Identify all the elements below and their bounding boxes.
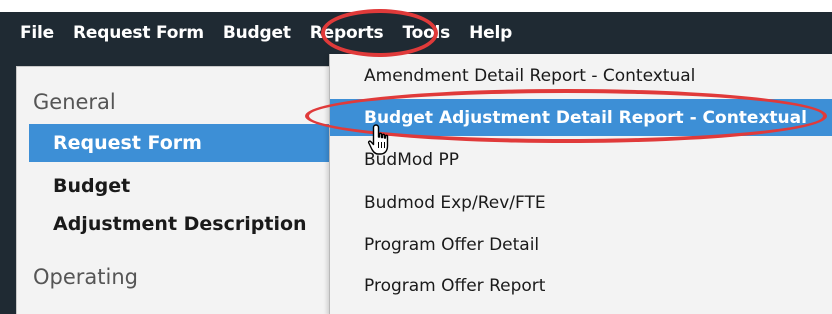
nav-item-request-form[interactable]: Request Form xyxy=(29,124,329,162)
top-strip xyxy=(0,0,832,12)
menu-bar: File Request Form Budget Reports Tools H… xyxy=(0,12,832,54)
nav-item-adjustment-description[interactable]: Adjustment Description xyxy=(29,205,329,243)
section-header-operating: Operating xyxy=(33,265,138,289)
left-nav-panel: General Request Form Budget Adjustment D… xyxy=(16,66,330,314)
menu-item-budmod-exp-rev-fte[interactable]: Budmod Exp/Rev/FTE xyxy=(330,184,832,221)
menu-file[interactable]: File xyxy=(20,23,54,43)
menu-request-form[interactable]: Request Form xyxy=(73,23,204,43)
menu-item-budmod-pp[interactable]: BudMod PP xyxy=(330,141,832,178)
menu-item-budget-adjustment-detail-report[interactable]: Budget Adjustment Detail Report - Contex… xyxy=(330,99,832,136)
reports-dropdown-menu: Amendment Detail Report - Contextual Bud… xyxy=(329,54,832,314)
menu-item-program-offer-detail[interactable]: Program Offer Detail xyxy=(330,226,832,263)
section-header-general: General xyxy=(33,90,116,114)
menu-budget[interactable]: Budget xyxy=(223,23,291,43)
nav-item-budget[interactable]: Budget xyxy=(29,167,329,205)
menu-tools[interactable]: Tools xyxy=(402,23,450,43)
menu-item-program-offer-report[interactable]: Program Offer Report xyxy=(330,267,832,304)
menu-reports[interactable]: Reports xyxy=(310,23,384,43)
menu-help[interactable]: Help xyxy=(469,23,512,43)
menu-item-amendment-detail-report[interactable]: Amendment Detail Report - Contextual xyxy=(330,57,832,94)
